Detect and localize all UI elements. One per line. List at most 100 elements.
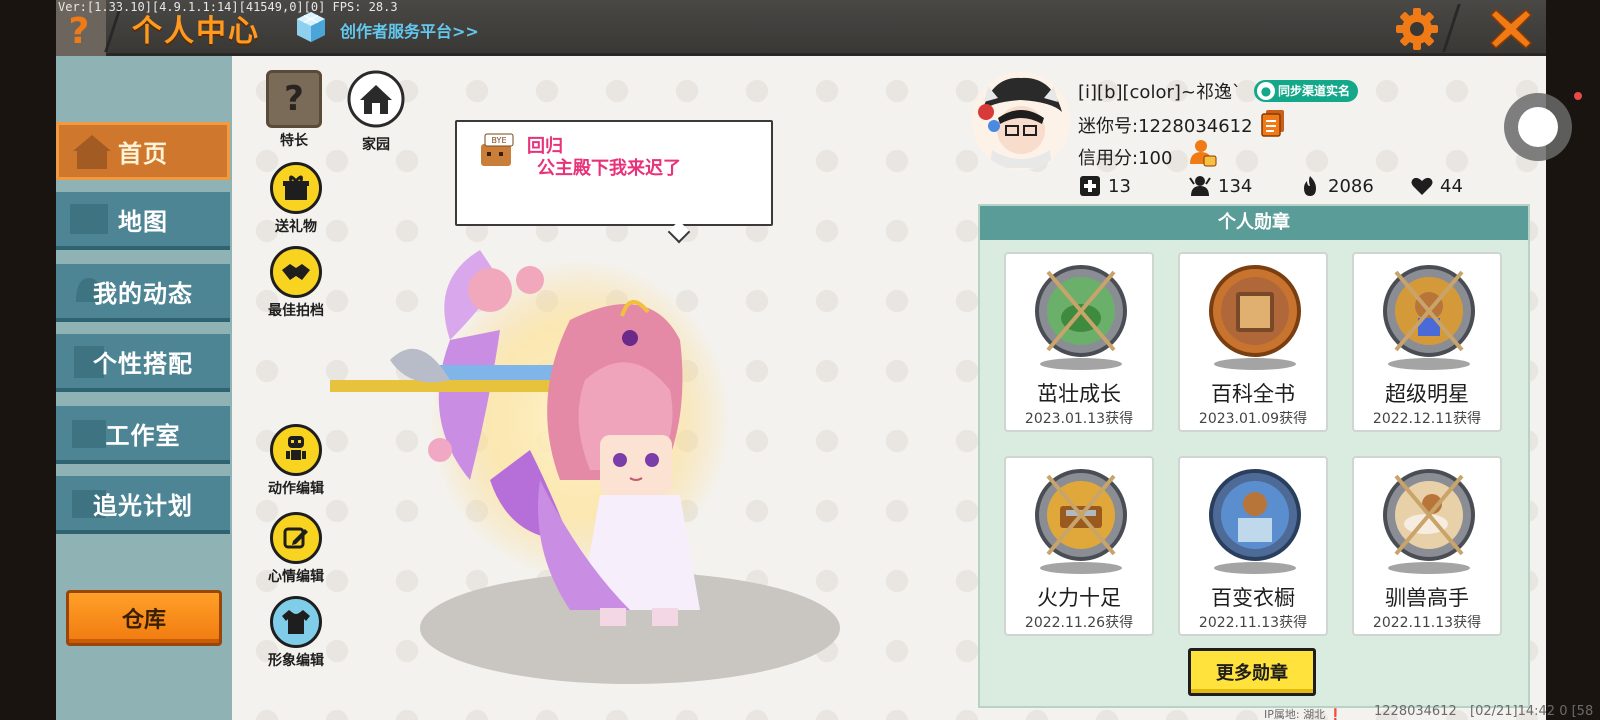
- medal-shadow: [1388, 358, 1470, 370]
- stat-plus: 13: [1078, 174, 1131, 198]
- medal-card[interactable]: 超级明星 2022.12.11获得: [1352, 252, 1502, 432]
- credit-icon[interactable]: [1188, 138, 1218, 168]
- medal-date: 2023.01.09获得: [1198, 411, 1308, 427]
- sidebar-item-label: 追光计划: [93, 491, 193, 520]
- footer-time: [02/21]14:42 0 [58: [1470, 704, 1594, 719]
- people-icon: [1189, 176, 1211, 196]
- robot-icon: [270, 424, 322, 476]
- stat-likes-value: 44: [1440, 175, 1463, 197]
- medal-shadow: [1214, 358, 1296, 370]
- medal-card[interactable]: 百变衣橱 2022.11.13获得: [1178, 456, 1328, 636]
- medal-date: 2022.11.13获得: [1372, 615, 1482, 631]
- medal-card[interactable]: 驯兽高手 2022.11.13获得: [1352, 456, 1502, 636]
- bye-icon-text: BYE: [492, 136, 507, 145]
- medal-shadow: [1388, 562, 1470, 574]
- best-partner-button[interactable]: 最佳拍档: [258, 246, 334, 320]
- plus-icon: [1080, 176, 1100, 196]
- medal-date: 2022.12.11获得: [1372, 411, 1482, 427]
- stat-likes: 44: [1410, 174, 1463, 198]
- cube-icon[interactable]: [294, 10, 328, 44]
- wardrobe-medal-icon: [1209, 469, 1301, 561]
- mood-edit-button[interactable]: 心情编辑: [258, 512, 334, 586]
- specialty-button[interactable]: ? 特长: [262, 70, 326, 150]
- shirt-icon: [270, 596, 322, 648]
- bubble-text: 公主殿下我来迟了: [537, 158, 681, 179]
- sidebar-item-studio[interactable]: 工作室: [56, 406, 230, 464]
- sidebar-item-spotlight[interactable]: 追光计划: [56, 476, 230, 534]
- verify-badge[interactable]: ● 同步渠道实名: [1254, 80, 1359, 102]
- tamer-medal-icon: [1383, 469, 1475, 561]
- handshake-icon: [270, 246, 322, 298]
- sprout-medal-icon: [1035, 265, 1127, 357]
- flame-icon: [1304, 176, 1316, 196]
- medal-shadow: [1040, 562, 1122, 574]
- sidebar-item-label: 地图: [118, 207, 168, 236]
- mini-id: 迷你号:1228034612: [1078, 116, 1253, 137]
- medal-shadow: [1040, 358, 1122, 370]
- medal-name: 火力十足: [1037, 586, 1121, 610]
- map-icon: [70, 204, 108, 234]
- warehouse-button[interactable]: 仓库: [66, 590, 222, 646]
- edit-icon: [270, 512, 322, 564]
- footer-id: 1228034612: [1374, 704, 1457, 719]
- gear-icon[interactable]: [1394, 6, 1440, 52]
- sidebar-item-label: 个性搭配: [93, 349, 193, 378]
- sidebar-item-label: 工作室: [105, 421, 181, 450]
- question-icon: ?: [266, 70, 322, 128]
- close-icon[interactable]: [1488, 6, 1534, 52]
- mood-edit-label: 心情编辑: [268, 569, 324, 585]
- verify-badge-label: 同步渠道实名: [1278, 84, 1351, 98]
- encyclopedia-medal-icon: [1209, 265, 1301, 357]
- speech-bubble: BYE 回归 公主殿下我来迟了: [455, 120, 773, 244]
- motion-edit-label: 动作编辑: [268, 481, 324, 497]
- medal-card[interactable]: 百科全书 2023.01.09获得: [1178, 252, 1328, 432]
- specialty-label: 特长: [280, 133, 308, 149]
- stat-followers-value: 134: [1218, 175, 1253, 197]
- best-partner-label: 最佳拍档: [268, 303, 324, 319]
- stat-followers: 134: [1188, 174, 1252, 198]
- sidebar-item-outfit[interactable]: 个性搭配: [56, 334, 230, 392]
- sidebar-item-map[interactable]: 地图: [56, 192, 230, 250]
- image-edit-label: 形象编辑: [268, 653, 324, 669]
- firepower-medal-icon: [1035, 469, 1127, 561]
- house-icon: [347, 70, 405, 128]
- sidebar-item-label: 我的动态: [93, 279, 193, 308]
- medal-name: 茁壮成长: [1037, 382, 1121, 406]
- medal-name: 百科全书: [1211, 382, 1295, 406]
- house-icon: [73, 135, 111, 169]
- send-gift-label: 送礼物: [275, 219, 317, 235]
- medal-name: 百变衣橱: [1211, 586, 1295, 610]
- medal-card[interactable]: 茁壮成长 2023.01.13获得: [1004, 252, 1154, 432]
- motion-edit-button[interactable]: 动作编辑: [258, 424, 334, 498]
- superstar-medal-icon: [1383, 265, 1475, 357]
- homeland-button[interactable]: 家园: [340, 70, 412, 154]
- copy-icon[interactable]: [1260, 108, 1286, 138]
- medal-date: 2022.11.13获得: [1198, 615, 1308, 631]
- more-medals-button[interactable]: 更多勋章: [1188, 648, 1316, 696]
- avatar[interactable]: [972, 72, 1070, 170]
- medal-card[interactable]: 火力十足 2022.11.26获得: [1004, 456, 1154, 636]
- creator-platform-link[interactable]: 创作者服务平台>>: [340, 18, 479, 42]
- medal-name: 超级明星: [1385, 382, 1469, 406]
- character-avatar[interactable]: [330, 220, 890, 710]
- medal-date: 2023.01.13获得: [1024, 411, 1134, 427]
- homeland-label: 家园: [362, 137, 390, 153]
- gift-icon: [270, 162, 322, 214]
- credit-score: 信用分:100: [1078, 148, 1173, 169]
- medal-name: 驯兽高手: [1385, 586, 1469, 610]
- send-gift-button[interactable]: 送礼物: [262, 162, 330, 236]
- medal-shadow: [1214, 562, 1296, 574]
- nickname: [i][b][color]~祁逸`: [1078, 82, 1241, 103]
- page-title: 个人中心: [132, 14, 260, 49]
- bye-icon: BYE: [481, 133, 514, 166]
- medals-header: 个人勋章: [980, 206, 1528, 240]
- sidebar-item-label: 首页: [118, 139, 168, 168]
- sidebar-item-home[interactable]: 首页: [56, 122, 230, 180]
- floating-ball-icon[interactable]: [1502, 92, 1586, 162]
- stat-plus-value: 13: [1108, 175, 1131, 197]
- person-icon: ●: [1257, 82, 1275, 100]
- question-icon[interactable]: ?: [64, 12, 94, 52]
- sidebar-item-feed[interactable]: 我的动态: [56, 264, 230, 322]
- ip-location: IP属地: 湖北 ❗: [1264, 708, 1343, 720]
- image-edit-button[interactable]: 形象编辑: [258, 596, 334, 670]
